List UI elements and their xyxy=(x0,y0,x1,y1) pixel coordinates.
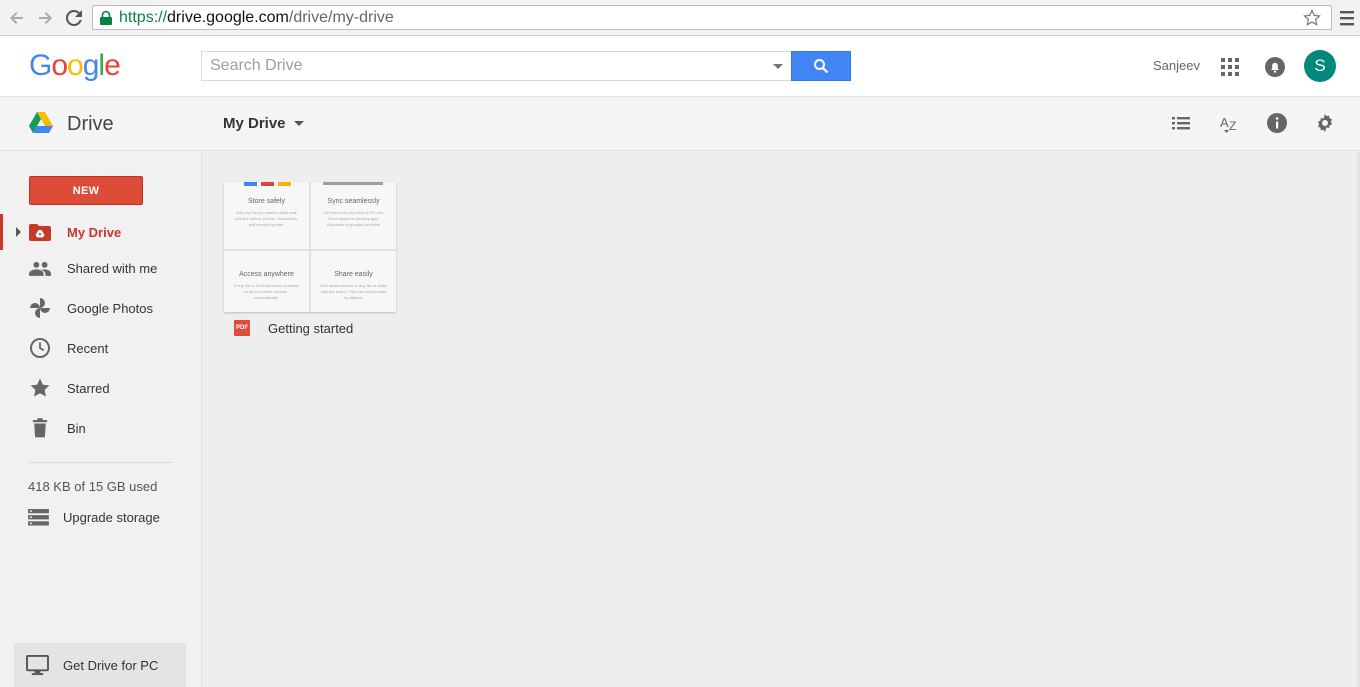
thumbnail-cell-title: Access anywhere xyxy=(239,271,294,278)
thumbnail-preview: Store safely Add any file you want to ke… xyxy=(224,182,396,312)
pdf-file-icon: PDF xyxy=(234,320,250,336)
sidebar-item-bin[interactable]: Bin xyxy=(0,410,202,446)
avatar[interactable]: S xyxy=(1304,50,1336,82)
logo-letter: o xyxy=(67,49,84,82)
sidebar-item-my-drive[interactable]: My Drive xyxy=(0,214,202,250)
sidebar-item-recent[interactable]: Recent xyxy=(0,330,202,366)
url-path: /drive/my-drive xyxy=(288,8,394,26)
caret-down-icon xyxy=(293,121,304,126)
thumbnail-cell-desc: Every file in Drive becomes available on… xyxy=(233,283,300,300)
settings-gear-icon[interactable] xyxy=(1314,112,1336,134)
sidebar-item-shared-with-me[interactable]: Shared with me xyxy=(0,250,202,286)
thumbnail-cell-desc: Give others access to any file or folder… xyxy=(319,283,388,300)
svg-text:Z: Z xyxy=(1229,119,1236,133)
reload-icon[interactable] xyxy=(64,8,84,28)
clock-icon xyxy=(28,336,52,360)
google-header: Google Sanjeev S xyxy=(0,37,1360,97)
sidebar-item-label: Starred xyxy=(67,380,110,396)
storage-usage-text: 418 KB of 15 GB used xyxy=(28,479,158,494)
url-scheme: https:// xyxy=(119,8,168,26)
location-label: My Drive xyxy=(223,115,286,132)
sidebar-item-starred[interactable]: Starred xyxy=(0,370,202,406)
logo-letter: g xyxy=(82,49,100,82)
people-icon xyxy=(28,256,52,280)
logo-letter: o xyxy=(51,49,68,82)
upgrade-storage-link[interactable]: Upgrade storage xyxy=(28,509,160,526)
thumbnail-cell-title: Share easily xyxy=(334,271,373,278)
active-indicator xyxy=(0,214,3,250)
thumbnail-cell: Store safely Add any file you want to ke… xyxy=(224,182,309,249)
file-thumbnail[interactable]: Store safely Add any file you want to ke… xyxy=(224,182,396,312)
search-box xyxy=(201,51,791,81)
search-button[interactable] xyxy=(791,51,851,81)
thumbnail-topbar xyxy=(323,182,383,185)
forward-arrow-icon[interactable] xyxy=(35,8,55,28)
back-arrow-icon[interactable] xyxy=(7,8,27,28)
upgrade-storage-label: Upgrade storage xyxy=(63,510,160,525)
user-name[interactable]: Sanjeev xyxy=(1153,58,1200,73)
search-input[interactable] xyxy=(202,52,752,80)
google-logo[interactable]: Google xyxy=(29,49,121,83)
my-drive-icon xyxy=(28,220,52,244)
location-menu-button[interactable]: My Drive xyxy=(223,115,304,132)
thumbnail-cell-title: Sync seamlessly xyxy=(327,198,380,205)
new-button[interactable]: NEW xyxy=(29,176,143,205)
file-name: Getting started xyxy=(268,320,354,336)
get-drive-for-pc-button[interactable]: Get Drive for PC xyxy=(14,643,186,687)
star-icon xyxy=(28,376,52,400)
sidebar-item-label: Bin xyxy=(67,420,86,436)
svg-text:A: A xyxy=(1220,115,1229,130)
search-icon xyxy=(814,59,829,74)
file-item[interactable]: PDF Getting started xyxy=(234,320,353,336)
expand-caret-icon[interactable] xyxy=(16,227,21,237)
bookmark-star-icon[interactable] xyxy=(1303,9,1321,27)
notifications-bell-icon[interactable] xyxy=(1264,56,1286,78)
get-drive-label: Get Drive for PC xyxy=(63,657,159,673)
sidebar-item-label: My Drive xyxy=(67,224,122,240)
color-dots xyxy=(244,182,291,186)
info-icon[interactable] xyxy=(1266,112,1288,134)
sidebar-divider xyxy=(28,462,173,463)
thumbnail-cell: Sync seamlessly Get files from your Mac … xyxy=(311,182,396,249)
sidebar-item-label: Recent xyxy=(67,340,109,356)
thumbnail-cell: Access anywhere Every file in Drive beco… xyxy=(224,251,309,312)
browser-toolbar: https://drive.google.com/drive/my-drive xyxy=(0,0,1360,36)
sidebar-item-label: Shared with me xyxy=(67,260,158,276)
app-title: Drive xyxy=(67,113,114,135)
monitor-icon xyxy=(26,654,49,675)
list-view-icon[interactable] xyxy=(1170,112,1192,134)
thumbnail-cell-desc: Add any file you want to keep safe with … xyxy=(234,210,299,227)
sort-az-icon[interactable]: A Z xyxy=(1218,112,1240,134)
file-list-area: Store safely Add any file you want to ke… xyxy=(202,152,1360,687)
sidebar-item-google-photos[interactable]: Google Photos xyxy=(0,290,202,326)
storage-stack-icon xyxy=(28,509,49,526)
lock-icon xyxy=(100,10,112,25)
url-host: drive.google.com xyxy=(167,8,289,26)
drive-logo-icon[interactable] xyxy=(29,112,53,133)
thumbnail-cell-desc: Get files from your Mac or PC into Drive… xyxy=(323,210,384,227)
sidebar: NEW My Drive Shared with me Google Photo… xyxy=(0,152,202,687)
thumbnail-cell-title: Store safely xyxy=(248,198,285,205)
search-options-dropdown-icon[interactable] xyxy=(773,64,783,69)
drive-toolbar: Drive My Drive A Z xyxy=(0,97,1360,151)
url-text: https://drive.google.com/drive/my-drive xyxy=(119,9,394,27)
chrome-menu-icon[interactable] xyxy=(1340,9,1354,27)
logo-letter: G xyxy=(29,49,52,82)
sidebar-item-label: Google Photos xyxy=(67,300,154,316)
trash-icon xyxy=(28,416,52,440)
pinwheel-icon xyxy=(28,296,52,320)
thumbnail-cell: Share easily Give others access to any f… xyxy=(311,251,396,312)
address-bar[interactable]: https://drive.google.com/drive/my-drive xyxy=(92,5,1332,30)
apps-grid-icon[interactable] xyxy=(1221,58,1239,76)
logo-letter: e xyxy=(104,49,121,82)
